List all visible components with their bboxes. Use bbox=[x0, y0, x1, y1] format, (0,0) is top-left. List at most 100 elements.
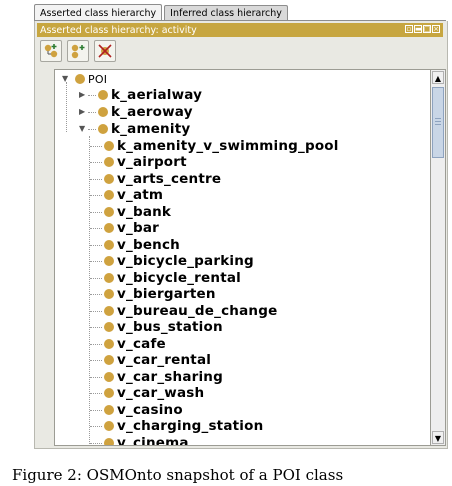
class-icon bbox=[104, 190, 114, 200]
class-icon bbox=[104, 438, 114, 445]
tree-node-amenity-child[interactable]: v_casino bbox=[90, 402, 183, 418]
tree-node-k-aerialway[interactable]: ▶ k_aerialway bbox=[79, 87, 202, 103]
tree-node-label: v_cinema bbox=[117, 435, 189, 446]
tree-node-label: POI bbox=[88, 72, 108, 86]
scroll-grip bbox=[435, 124, 441, 125]
class-icon bbox=[104, 289, 114, 299]
tree-node-amenity-child[interactable]: v_bus_station bbox=[90, 319, 223, 335]
vertical-scrollbar[interactable]: ▲ ▼ bbox=[431, 69, 446, 446]
scroll-down-arrow-icon[interactable]: ▼ bbox=[432, 431, 444, 444]
expand-toggle-icon[interactable]: ▶ bbox=[79, 107, 87, 117]
class-tree[interactable]: ▼ POI ▶ k_aerialway ▶ k_aeroway ▼ k_amen… bbox=[54, 69, 431, 446]
tree-branch-line bbox=[88, 112, 96, 113]
tree-node-label: v_bus_station bbox=[117, 319, 223, 335]
add-subclass-icon bbox=[44, 44, 58, 58]
class-icon bbox=[104, 223, 114, 233]
class-icon bbox=[104, 207, 114, 217]
collapse-toggle-icon[interactable]: ▼ bbox=[79, 124, 87, 134]
expand-toggle-icon[interactable]: ▶ bbox=[79, 90, 87, 100]
add-sibling-button[interactable] bbox=[67, 40, 89, 62]
class-icon bbox=[104, 355, 114, 365]
tree-node-amenity-child[interactable]: v_car_wash bbox=[90, 385, 204, 401]
class-icon bbox=[104, 372, 114, 382]
window-buttons: ▫ ▬ □ × bbox=[405, 25, 440, 33]
class-icon bbox=[104, 306, 114, 316]
class-icon bbox=[104, 339, 114, 349]
tree-node-amenity-child[interactable]: v_bench bbox=[90, 237, 180, 253]
tree-node-k-aeroway[interactable]: ▶ k_aeroway bbox=[79, 104, 193, 120]
tree-node-amenity-child[interactable]: k_amenity_v_swimming_pool bbox=[90, 138, 339, 154]
add-sibling-icon bbox=[71, 44, 85, 59]
tree-branch-line bbox=[90, 294, 102, 295]
tree-branch-line bbox=[90, 179, 102, 180]
tree-node-label: v_car_sharing bbox=[117, 369, 223, 385]
class-icon bbox=[98, 107, 108, 117]
view-title: Asserted class hierarchy: activity bbox=[40, 24, 197, 36]
tree-node-amenity-child[interactable]: v_cinema bbox=[90, 435, 189, 446]
tree-branch-line bbox=[90, 261, 102, 262]
class-icon bbox=[104, 174, 114, 184]
tab-inferred-class-hierarchy[interactable]: Inferred class hierarchy bbox=[164, 5, 288, 21]
tree-branch-line bbox=[90, 360, 102, 361]
restore-view-button[interactable]: ▫ bbox=[405, 25, 413, 33]
tab-asserted-class-hierarchy[interactable]: Asserted class hierarchy bbox=[34, 4, 163, 21]
tree-node-amenity-child[interactable]: v_biergarten bbox=[90, 286, 216, 302]
tree-node-label: v_atm bbox=[117, 187, 164, 203]
tree-node-label: v_bureau_de_change bbox=[117, 303, 278, 319]
maximize-view-button[interactable]: □ bbox=[423, 25, 431, 33]
delete-class-icon bbox=[98, 44, 112, 58]
tree-node-label: v_cafe bbox=[117, 336, 166, 352]
tree-branch-line bbox=[90, 377, 102, 378]
tree-branch-line bbox=[90, 426, 102, 427]
tree-branch-line bbox=[88, 95, 96, 96]
tree-node-amenity-child[interactable]: v_car_rental bbox=[90, 352, 211, 368]
view-header: Asserted class hierarchy: activity ▫ ▬ □… bbox=[37, 23, 443, 37]
tree-node-k-amenity[interactable]: ▼ k_amenity bbox=[79, 121, 190, 137]
collapse-toggle-icon[interactable]: ▼ bbox=[62, 74, 70, 84]
tab-strip: Asserted class hierarchy Inferred class … bbox=[34, 4, 290, 21]
scroll-grip bbox=[435, 121, 441, 122]
scroll-up-arrow-icon[interactable]: ▲ bbox=[432, 71, 444, 84]
tree-node-label: v_bicycle_rental bbox=[117, 270, 241, 286]
tree-node-amenity-child[interactable]: v_bar bbox=[90, 220, 159, 236]
close-view-button[interactable]: × bbox=[432, 25, 440, 33]
minimize-view-button[interactable]: ▬ bbox=[414, 25, 422, 33]
tree-branch-line bbox=[90, 393, 102, 394]
tree-node-label: v_casino bbox=[117, 402, 183, 418]
delete-class-button[interactable] bbox=[94, 40, 116, 62]
class-icon bbox=[104, 421, 114, 431]
scroll-thumb[interactable] bbox=[432, 87, 444, 158]
tree-node-label: v_arts_centre bbox=[117, 171, 222, 187]
class-icon bbox=[98, 124, 108, 134]
figure-caption: Figure 2: OSMOnto snapshot of a POI clas… bbox=[12, 466, 344, 484]
tree-node-label: v_bicycle_parking bbox=[117, 253, 254, 269]
tree-node-root[interactable]: ▼ POI bbox=[62, 71, 107, 87]
tree-node-amenity-child[interactable]: v_bicycle_rental bbox=[90, 270, 241, 286]
tree-branch-line bbox=[90, 162, 102, 163]
tree-node-label: v_biergarten bbox=[117, 286, 216, 302]
tree-node-amenity-child[interactable]: v_bank bbox=[90, 204, 171, 220]
scroll-grip bbox=[435, 118, 441, 119]
add-subclass-button[interactable] bbox=[40, 40, 62, 62]
tree-branch-line bbox=[90, 195, 102, 196]
tree-node-label: k_aeroway bbox=[111, 104, 193, 120]
tree-node-amenity-child[interactable]: v_airport bbox=[90, 154, 187, 170]
tree-branch-line bbox=[90, 344, 102, 345]
tree-node-label: v_airport bbox=[117, 154, 187, 170]
class-icon bbox=[104, 240, 114, 250]
tree-node-amenity-child[interactable]: v_car_sharing bbox=[90, 369, 223, 385]
tree-node-amenity-child[interactable]: v_atm bbox=[90, 187, 163, 203]
tree-node-amenity-child[interactable]: v_cafe bbox=[90, 336, 166, 352]
tree-branch-line bbox=[90, 443, 102, 444]
tree-node-amenity-child[interactable]: v_bureau_de_change bbox=[90, 303, 277, 319]
tree-node-label: k_amenity_v_swimming_pool bbox=[117, 138, 339, 154]
class-icon bbox=[104, 141, 114, 151]
tree-node-amenity-child[interactable]: v_arts_centre bbox=[90, 171, 221, 187]
tree-node-label: k_amenity bbox=[111, 121, 191, 137]
tree-node-amenity-child[interactable]: v_bicycle_parking bbox=[90, 253, 254, 269]
tree-node-label: v_charging_station bbox=[117, 418, 264, 434]
class-icon bbox=[75, 74, 85, 84]
tree-node-amenity-child[interactable]: v_charging_station bbox=[90, 418, 263, 434]
tree-node-label: v_car_rental bbox=[117, 352, 212, 368]
class-icon bbox=[104, 405, 114, 415]
